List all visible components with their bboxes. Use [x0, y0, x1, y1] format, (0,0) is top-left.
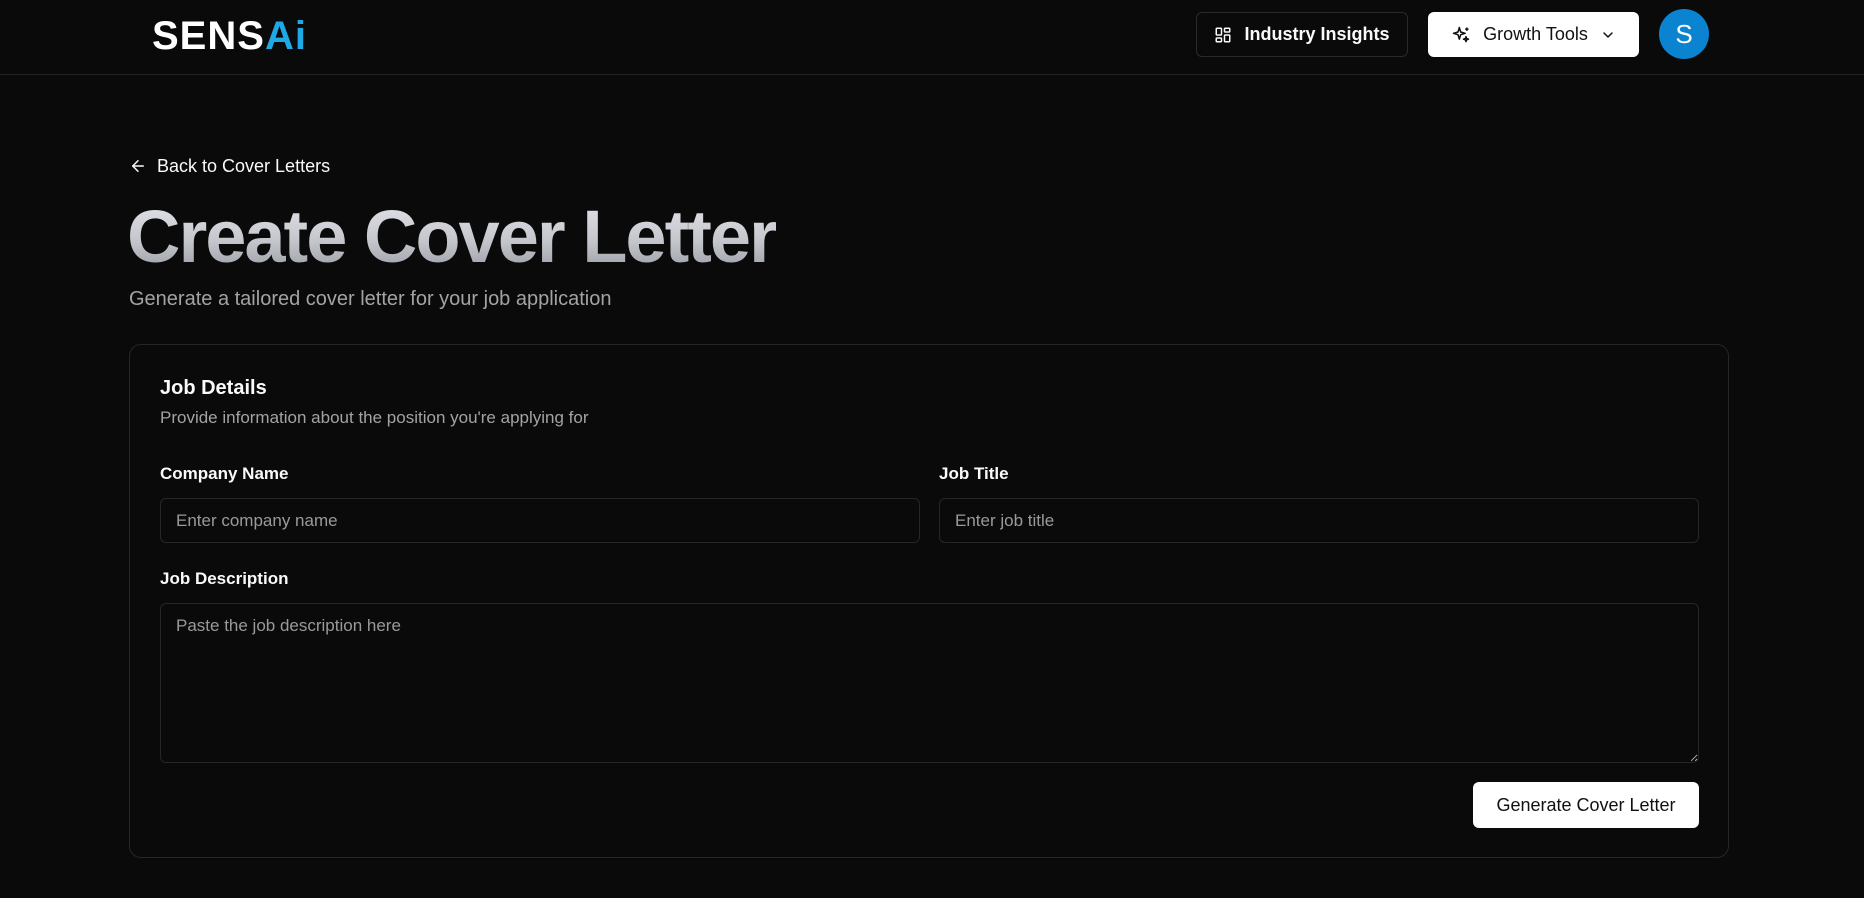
company-name-label: Company Name: [160, 464, 289, 483]
logo-text-ai: Ai: [264, 14, 307, 58]
sparkles-icon: [1451, 25, 1471, 45]
job-description-label: Job Description: [160, 569, 289, 588]
company-name-input[interactable]: [160, 498, 920, 543]
page-title: Create Cover Letter: [127, 192, 778, 282]
job-details-card: Job Details Provide information about th…: [129, 344, 1729, 858]
job-title-input[interactable]: [939, 498, 1699, 543]
avatar-initial: S: [1675, 18, 1693, 49]
sensai-logo[interactable]: SENS Ai: [152, 14, 307, 58]
page-subtitle: Generate a tailored cover letter for you…: [129, 288, 612, 310]
top-navbar: SENS Ai Industry Insights Growth Tools S: [0, 0, 1864, 75]
back-link-label: Back to Cover Letters: [157, 155, 331, 176]
chevron-down-icon: [1600, 27, 1616, 43]
job-description-textarea[interactable]: [160, 603, 1699, 763]
layout-dashboard-icon: [1214, 26, 1232, 44]
job-title-label: Job Title: [939, 464, 1009, 483]
generate-cover-letter-button[interactable]: Generate Cover Letter: [1473, 782, 1699, 828]
industry-insights-label: Industry Insights: [1244, 24, 1390, 44]
generate-button-label: Generate Cover Letter: [1496, 794, 1676, 815]
back-to-cover-letters-link[interactable]: Back to Cover Letters: [129, 154, 330, 178]
arrow-left-icon: [129, 157, 147, 175]
logo-text-sens: SENS: [152, 14, 265, 58]
industry-insights-button[interactable]: Industry Insights: [1196, 12, 1408, 57]
user-avatar[interactable]: S: [1659, 9, 1709, 59]
growth-tools-dropdown-button[interactable]: Growth Tools: [1428, 12, 1639, 57]
card-title: Job Details: [160, 377, 267, 399]
growth-tools-label: Growth Tools: [1483, 24, 1588, 44]
card-description: Provide information about the position y…: [160, 408, 589, 427]
